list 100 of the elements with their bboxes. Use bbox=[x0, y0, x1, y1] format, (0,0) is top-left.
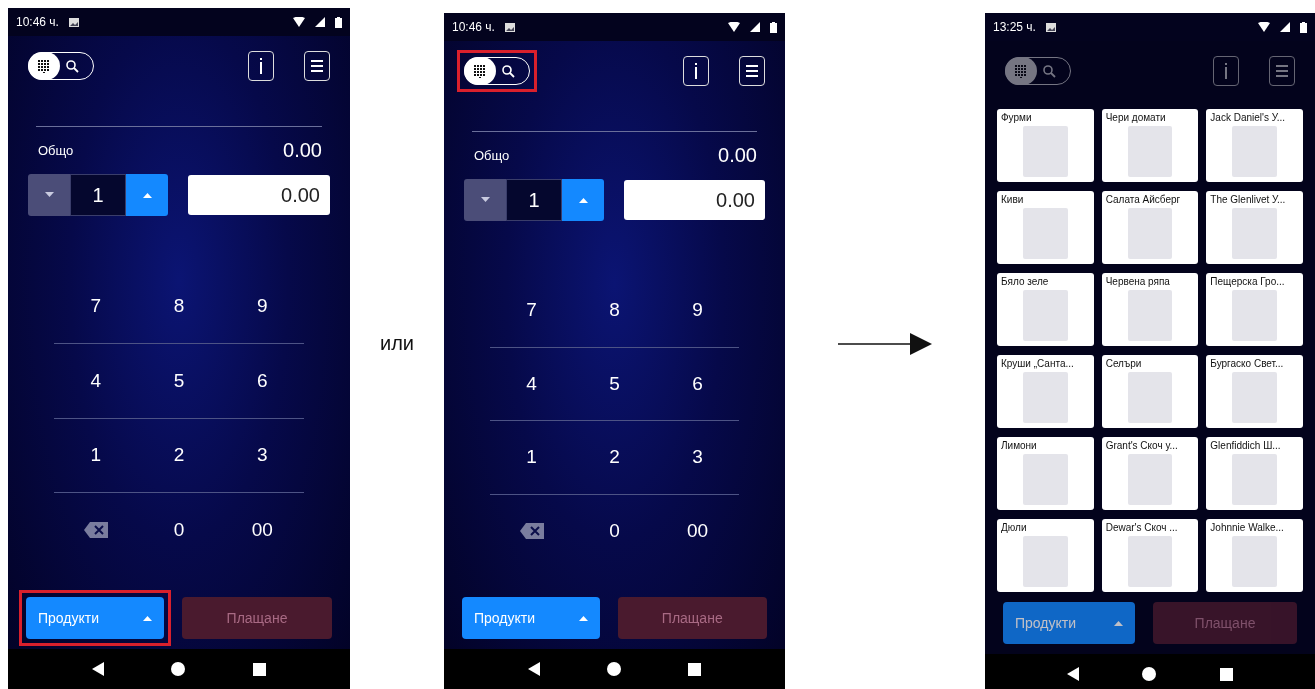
keypad-key[interactable]: 5 bbox=[595, 366, 634, 401]
product-tile[interactable]: Лимони bbox=[997, 437, 1094, 510]
home-icon[interactable] bbox=[171, 662, 186, 676]
recents-icon[interactable] bbox=[1220, 667, 1234, 681]
quantity-field[interactable]: 1 bbox=[506, 179, 562, 221]
keypad-mode-option[interactable] bbox=[463, 57, 496, 85]
product-tile[interactable]: Селъри bbox=[1101, 355, 1199, 428]
keypad-key[interactable]: 0 bbox=[595, 513, 634, 548]
photo-placeholder bbox=[1127, 536, 1173, 587]
keypad-key[interactable]: 5 bbox=[159, 363, 199, 398]
quantity-field[interactable]: 1 bbox=[70, 174, 126, 216]
product-name: Лимони bbox=[1001, 440, 1038, 451]
product-tile[interactable]: Круши „Санта... bbox=[997, 355, 1094, 428]
product-name: The Glenlivet У... bbox=[1210, 194, 1287, 205]
backspace-icon[interactable] bbox=[519, 522, 544, 539]
signal-icon bbox=[750, 22, 760, 32]
keypad-key[interactable]: 2 bbox=[595, 440, 634, 475]
signal-icon bbox=[1280, 22, 1290, 32]
recents-icon[interactable] bbox=[688, 662, 702, 676]
keypad-key[interactable]: 1 bbox=[76, 438, 115, 473]
menu-icon bbox=[311, 60, 323, 72]
product-tile[interactable]: Grant's Скоч у... bbox=[1101, 437, 1199, 510]
right-arrow-icon bbox=[838, 332, 932, 355]
search-icon bbox=[502, 64, 515, 78]
photo-placeholder bbox=[1127, 208, 1173, 259]
wifi-icon bbox=[1258, 22, 1270, 32]
product-name: Круши „Санта... bbox=[1001, 358, 1075, 369]
product-name: Дюли bbox=[1001, 522, 1028, 533]
recents-icon[interactable] bbox=[253, 662, 267, 676]
photo-placeholder bbox=[1023, 208, 1068, 259]
info-icon bbox=[694, 63, 698, 79]
menu-button[interactable] bbox=[739, 56, 765, 86]
back-icon[interactable] bbox=[1066, 667, 1079, 681]
info-icon bbox=[1224, 63, 1228, 79]
photo-placeholder bbox=[1232, 454, 1277, 505]
product-name: Glenfiddich Ш... bbox=[1210, 440, 1282, 451]
keypad-key[interactable]: 4 bbox=[76, 363, 115, 398]
product-tile[interactable]: Дюли bbox=[997, 519, 1094, 592]
keypad-key[interactable]: 3 bbox=[678, 440, 717, 475]
product-name: Бяло зеле bbox=[1001, 276, 1050, 287]
photo-placeholder bbox=[1127, 372, 1173, 423]
product-tile[interactable]: Jack Daniel's У... bbox=[1206, 109, 1303, 182]
keypad-key[interactable]: 7 bbox=[512, 293, 551, 328]
product-tile[interactable]: Киви bbox=[997, 191, 1094, 264]
keypad-key[interactable]: 9 bbox=[678, 293, 717, 328]
keypad-key[interactable]: 8 bbox=[595, 293, 634, 328]
keypad-key[interactable]: 3 bbox=[243, 438, 282, 473]
product-name: Киви bbox=[1001, 194, 1025, 205]
wifi-icon bbox=[293, 17, 305, 27]
keypad-key[interactable]: 9 bbox=[243, 288, 282, 323]
keypad-key[interactable]: 6 bbox=[678, 366, 717, 401]
keypad-key[interactable]: 6 bbox=[243, 363, 282, 398]
product-name: Grant's Скоч у... bbox=[1105, 440, 1179, 451]
menu-icon bbox=[1276, 65, 1288, 77]
keypad-key[interactable]: 00 bbox=[237, 513, 287, 548]
keypad-mode-option[interactable] bbox=[27, 52, 60, 80]
price-field[interactable]: 0.00 bbox=[188, 175, 330, 215]
product-tile[interactable]: Johnnie Walke... bbox=[1206, 519, 1303, 592]
keypad-key[interactable]: 8 bbox=[159, 288, 199, 323]
product-name: Johnnie Walke... bbox=[1210, 522, 1285, 533]
wifi-icon bbox=[728, 22, 740, 32]
keypad-key[interactable]: 0 bbox=[159, 513, 199, 548]
keypad-key[interactable]: 2 bbox=[159, 438, 199, 473]
keypad-key[interactable]: 4 bbox=[512, 366, 551, 401]
info-button[interactable] bbox=[248, 51, 274, 81]
battery-icon bbox=[770, 21, 777, 33]
product-tile[interactable]: Бяло зеле bbox=[997, 273, 1094, 346]
info-button[interactable] bbox=[683, 56, 709, 86]
search-icon bbox=[66, 59, 79, 73]
product-tile[interactable]: Dewar's Скоч ... bbox=[1101, 519, 1199, 592]
keypad-key[interactable]: 1 bbox=[512, 440, 551, 475]
back-icon[interactable] bbox=[527, 662, 540, 676]
photo-placeholder bbox=[1232, 372, 1277, 423]
back-icon[interactable] bbox=[91, 662, 104, 676]
photo-placeholder bbox=[1127, 290, 1173, 341]
home-icon[interactable] bbox=[607, 662, 621, 676]
product-tile[interactable]: Чери домати bbox=[1101, 109, 1199, 182]
product-tile[interactable]: Пещерска Гро... bbox=[1206, 273, 1303, 346]
product-tile[interactable]: The Glenlivet У... bbox=[1206, 191, 1303, 264]
product-tile[interactable]: Салата Айсберг bbox=[1101, 191, 1199, 264]
product-tile[interactable]: Фурми bbox=[997, 109, 1094, 182]
caret-up-icon bbox=[578, 197, 588, 203]
product-name: Чери домати bbox=[1105, 112, 1167, 123]
status-time: 13:25 ч. bbox=[993, 20, 1036, 34]
keypad-key[interactable]: 00 bbox=[672, 513, 723, 548]
product-tile[interactable]: Glenfiddich Ш... bbox=[1206, 437, 1303, 510]
product-name: Пещерска Гро... bbox=[1210, 276, 1286, 287]
product-name: Салата Айсберг bbox=[1105, 194, 1182, 205]
caret-up-icon bbox=[142, 192, 152, 198]
keypad-key[interactable]: 7 bbox=[76, 288, 115, 323]
total-value: 0.00 bbox=[718, 143, 757, 167]
backspace-icon[interactable] bbox=[83, 522, 108, 539]
menu-button[interactable] bbox=[304, 51, 330, 81]
photo-placeholder bbox=[1127, 126, 1173, 177]
signal-icon bbox=[315, 17, 325, 27]
status-time: 10:46 ч. bbox=[16, 15, 59, 29]
product-tile[interactable]: Бургаско Свет... bbox=[1206, 355, 1303, 428]
price-field[interactable]: 0.00 bbox=[624, 180, 765, 220]
home-icon[interactable] bbox=[1142, 667, 1157, 681]
product-tile[interactable]: Червена ряпа bbox=[1101, 273, 1199, 346]
